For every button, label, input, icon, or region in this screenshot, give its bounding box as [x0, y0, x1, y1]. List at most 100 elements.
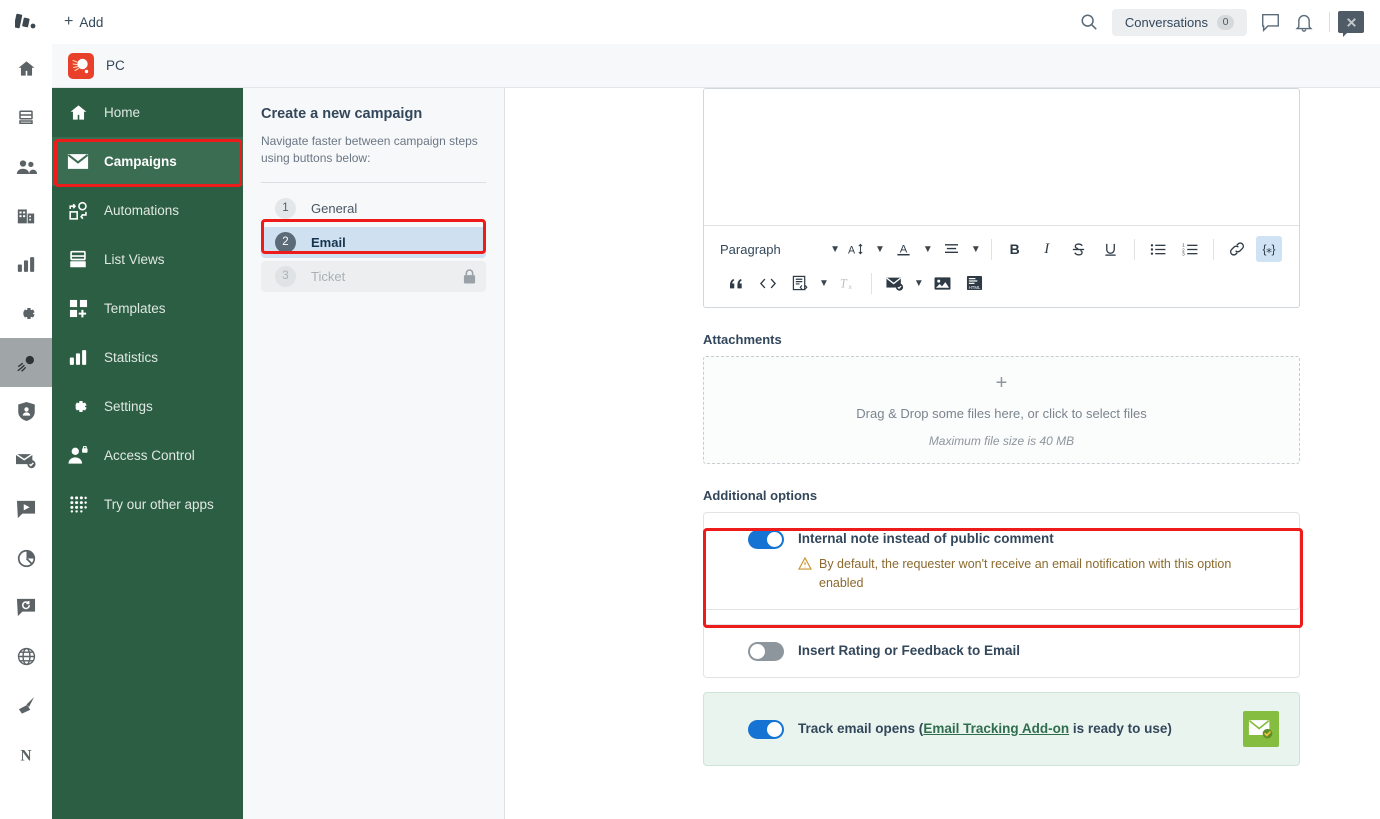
rail-item-broom-icon[interactable] — [0, 681, 52, 730]
dropzone-primary-text: Drag & Drop some files here, or click to… — [856, 405, 1147, 421]
rail-item-globe-icon[interactable] — [0, 632, 52, 681]
toggle-knob — [767, 721, 782, 737]
step-number: 2 — [275, 231, 296, 253]
rail-item-reports-icon[interactable] — [0, 240, 52, 289]
conversations-button[interactable]: Conversations 0 — [1111, 8, 1247, 36]
font-color-icon[interactable]: A — [891, 236, 917, 262]
blockquote-icon[interactable] — [723, 270, 749, 296]
conversations-count-badge: 0 — [1217, 14, 1234, 30]
step-general[interactable]: 1 General — [261, 193, 486, 224]
chevron-down-icon[interactable]: ▼ — [968, 244, 984, 255]
track-email-opens-toggle[interactable] — [748, 719, 784, 739]
rail-item-mail-check-icon[interactable] — [0, 436, 52, 485]
chevron-down-icon[interactable]: ▼ — [872, 244, 888, 255]
paragraph-style-value: Paragraph — [720, 241, 781, 257]
rail-item-settings-gear-icon[interactable] — [0, 289, 52, 338]
rail-item-letter-n-icon[interactable]: N — [0, 730, 52, 779]
internal-note-toggle[interactable] — [748, 530, 784, 549]
paragraph-style-select[interactable]: Paragraph ▼ — [708, 242, 840, 257]
templates-icon — [52, 299, 104, 318]
campaign-steps-panel: Create a new campaign Navigate faster be… — [243, 88, 505, 819]
snippet-icon[interactable] — [787, 270, 813, 296]
panel-title: Create a new campaign — [261, 106, 423, 122]
crm-header: PC — [52, 44, 1380, 88]
align-icon[interactable] — [939, 236, 965, 262]
rail-item-contacts-icon[interactable] — [0, 142, 52, 191]
nav-item-home[interactable]: Home — [52, 88, 243, 137]
insert-rating-option[interactable]: Insert Rating or Feedback to Email — [703, 623, 1300, 678]
svg-text:T: T — [840, 276, 848, 290]
step-label: General — [311, 200, 358, 216]
nav-item-access-control[interactable]: Access Control — [52, 431, 243, 480]
link-icon[interactable] — [1224, 236, 1250, 262]
email-template-icon[interactable] — [882, 270, 908, 296]
clear-formatting-icon[interactable]: Tx — [835, 270, 861, 296]
gear-icon — [52, 397, 104, 416]
track-email-opens-option[interactable]: Track email opens (Email Tracking Add-on… — [703, 691, 1300, 766]
rail-item-refresh-chat-icon[interactable] — [0, 583, 52, 632]
toolbar-separator — [870, 272, 872, 294]
search-icon[interactable] — [1072, 5, 1106, 39]
track-email-opens-text: Track email opens (Email Tracking Add-on… — [798, 719, 1279, 738]
chat-widget-icon[interactable] — [1338, 11, 1364, 37]
nav-item-try-our-other-apps[interactable]: Try our other apps — [52, 480, 243, 529]
nav-item-list-views[interactable]: List Views — [52, 235, 243, 284]
grid-dots-icon — [52, 495, 104, 514]
code-icon[interactable] — [755, 270, 781, 296]
numbered-list-icon[interactable]: 123 — [1177, 236, 1203, 262]
track-email-opens-label: Track email opens (Email Tracking Add-on… — [798, 719, 1279, 738]
strikethrough-icon[interactable] — [1066, 236, 1092, 262]
rail-item-home-icon[interactable] — [0, 44, 52, 93]
attachments-title: Attachments — [703, 332, 782, 347]
rail-item-pie-chart-icon[interactable] — [0, 534, 52, 583]
step-ticket[interactable]: 3 Ticket — [261, 260, 486, 292]
toolbar-separator — [990, 238, 992, 260]
rail-item-video-chat-icon[interactable] — [0, 485, 52, 534]
step-email[interactable]: 2 Email — [261, 226, 486, 258]
chevron-down-icon[interactable]: ▼ — [816, 278, 832, 289]
svg-text:x: x — [848, 284, 852, 291]
comment-icon[interactable] — [1253, 5, 1287, 39]
bullet-list-icon[interactable] — [1145, 236, 1171, 262]
attachments-dropzone[interactable]: + Drag & Drop some files here, or click … — [703, 356, 1300, 464]
nav-item-label: Settings — [104, 399, 153, 414]
email-tracking-addon-link[interactable]: Email Tracking Add-on — [923, 721, 1069, 736]
nav-item-statistics[interactable]: Statistics — [52, 333, 243, 382]
italic-icon[interactable]: I — [1034, 236, 1060, 262]
email-editor: Paragraph ▼ A ▼ A ▼ ▼ B I 1 2 3 {⁎} ▼ T … — [703, 88, 1300, 308]
add-button[interactable]: + Add — [64, 14, 103, 30]
internal-note-option[interactable]: Internal note instead of public comment … — [703, 512, 1300, 610]
nav-item-settings[interactable]: Settings — [52, 382, 243, 431]
nav-item-campaigns[interactable]: Campaigns — [52, 137, 243, 186]
nav-item-templates[interactable]: Templates — [52, 284, 243, 333]
app-logo-icon[interactable] — [0, 0, 52, 44]
chevron-down-icon[interactable]: ▼ — [911, 278, 927, 289]
rail-item-companies-icon[interactable] — [0, 191, 52, 240]
chevron-down-icon[interactable]: ▼ — [920, 244, 936, 255]
underline-icon[interactable] — [1098, 236, 1124, 262]
nav-item-automations[interactable]: Automations — [52, 186, 243, 235]
top-bar: + Add Conversations 0 — [52, 0, 1380, 44]
insert-rating-toggle[interactable] — [748, 641, 784, 661]
placeholder-icon[interactable]: {⁎} — [1255, 236, 1282, 262]
main-content: Paragraph ▼ A ▼ A ▼ ▼ B I 1 2 3 {⁎} ▼ T … — [505, 88, 1380, 819]
rail-item-shield-user-icon[interactable] — [0, 387, 52, 436]
step-number: 3 — [275, 265, 296, 287]
toolbar-row-1: Paragraph ▼ A ▼ A ▼ ▼ B I 1 2 3 {⁎} — [708, 232, 1295, 266]
conversations-label: Conversations — [1124, 14, 1208, 30]
bell-icon[interactable] — [1287, 5, 1321, 39]
image-icon[interactable] — [930, 270, 956, 296]
envelope-icon — [52, 153, 104, 170]
crm-logo-icon[interactable] — [68, 52, 94, 79]
track-label-prefix: Track email opens ( — [798, 720, 924, 736]
toggle-knob — [750, 643, 765, 659]
email-body-input[interactable] — [704, 89, 1299, 225]
editor-toolbar: Paragraph ▼ A ▼ A ▼ ▼ B I 1 2 3 {⁎} ▼ T … — [704, 225, 1299, 307]
dropzone-secondary-text: Maximum file size is 40 MB — [928, 433, 1075, 448]
rail-item-campaigns-rocket-icon[interactable] — [0, 338, 52, 387]
rail-item-inbox-icon[interactable] — [0, 93, 52, 142]
html-source-icon[interactable]: HTML — [962, 270, 988, 296]
font-size-icon[interactable]: A — [843, 236, 869, 262]
bold-icon[interactable]: B — [1002, 236, 1028, 262]
svg-text:3: 3 — [1182, 251, 1185, 255]
